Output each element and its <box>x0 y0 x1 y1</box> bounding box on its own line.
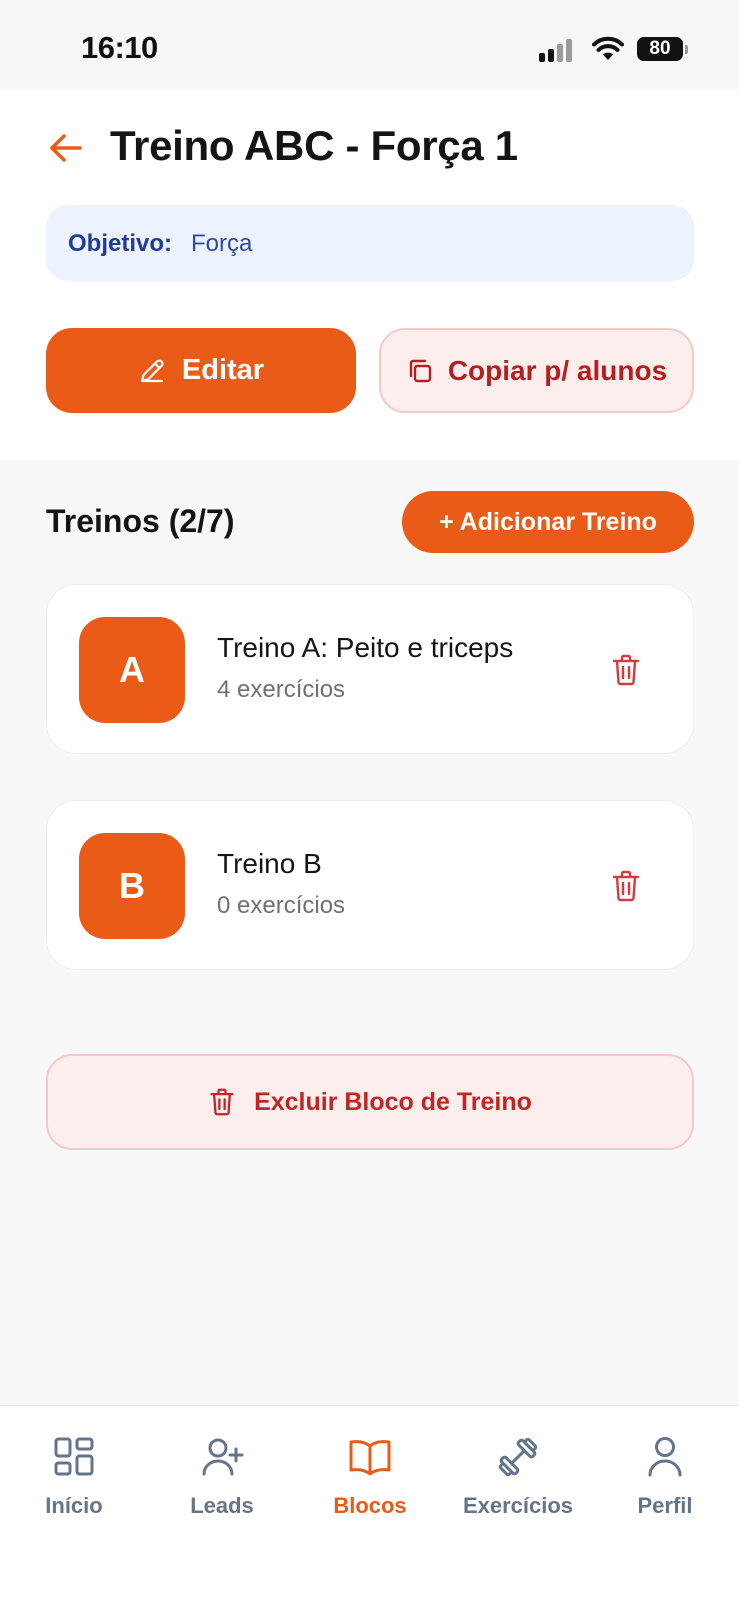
copy-icon <box>409 359 432 382</box>
workout-letter-badge: A <box>79 617 185 723</box>
copy-to-students-button[interactable]: Copiar p/ alunos <box>379 328 694 413</box>
back-arrow-icon[interactable] <box>46 128 86 168</box>
workout-name: Treino A: Peito e triceps <box>217 632 514 663</box>
nav-label: Exercícios <box>462 1493 574 1518</box>
book-open-icon <box>349 1440 391 1476</box>
nav-item-leads[interactable]: Leads <box>148 1434 296 1534</box>
user-icon <box>648 1437 682 1477</box>
page-title: Treino ABC - Força 1 <box>110 122 518 169</box>
battery-nub <box>685 45 688 54</box>
nav-item-perfil[interactable]: Perfil <box>591 1434 739 1534</box>
status-bar: 16:10 80 <box>0 0 739 90</box>
workout-card[interactable]: A Treino A: Peito e triceps 4 exercícios <box>46 584 694 754</box>
workout-exercise-count: 0 exercícios <box>217 892 346 919</box>
battery-indicator: 80 <box>637 37 683 61</box>
trash-icon[interactable] <box>610 653 642 687</box>
trash-icon <box>210 1088 234 1116</box>
trash-icon[interactable] <box>610 869 642 903</box>
delete-block-button[interactable]: Excluir Bloco de Treino <box>46 1054 694 1150</box>
bottom-nav: Início Leads Blocos Exercícios Perfil <box>0 1405 739 1600</box>
objective-value: Força <box>191 230 253 257</box>
edit-button-label: Editar <box>181 354 265 386</box>
add-workout-button[interactable]: + Adicionar Treino <box>402 491 694 553</box>
objective-label: Objetivo: <box>68 230 173 257</box>
nav-item-inicio[interactable]: Início <box>0 1434 148 1534</box>
nav-label: Leads <box>190 1493 254 1518</box>
nav-item-exercicios[interactable]: Exercícios <box>444 1434 592 1534</box>
wifi-icon <box>592 36 624 60</box>
nav-label: Início <box>45 1493 103 1518</box>
workout-exercise-count: 4 exercícios <box>217 676 346 703</box>
edit-button[interactable]: Editar <box>46 328 356 413</box>
objective-box: Objetivo: Força <box>46 205 694 281</box>
workout-name: Treino B <box>217 848 322 879</box>
workouts-section-title: Treinos (2/7) <box>46 503 235 539</box>
nav-label: Perfil <box>637 1493 693 1518</box>
delete-block-label: Excluir Bloco de Treino <box>254 1087 532 1116</box>
pencil-icon <box>140 358 164 382</box>
status-icons: 80 <box>0 34 739 64</box>
workout-letter-badge: B <box>79 833 185 939</box>
nav-item-blocos[interactable]: Blocos <box>296 1434 444 1534</box>
dumbbell-icon <box>498 1437 538 1477</box>
nav-label: Blocos <box>333 1493 407 1518</box>
workout-card[interactable]: B Treino B 0 exercícios <box>46 800 694 970</box>
signal-icon <box>539 38 577 62</box>
grid-icon <box>54 1437 94 1476</box>
copy-button-label: Copiar p/ alunos <box>447 354 668 386</box>
user-plus-icon <box>202 1438 244 1476</box>
